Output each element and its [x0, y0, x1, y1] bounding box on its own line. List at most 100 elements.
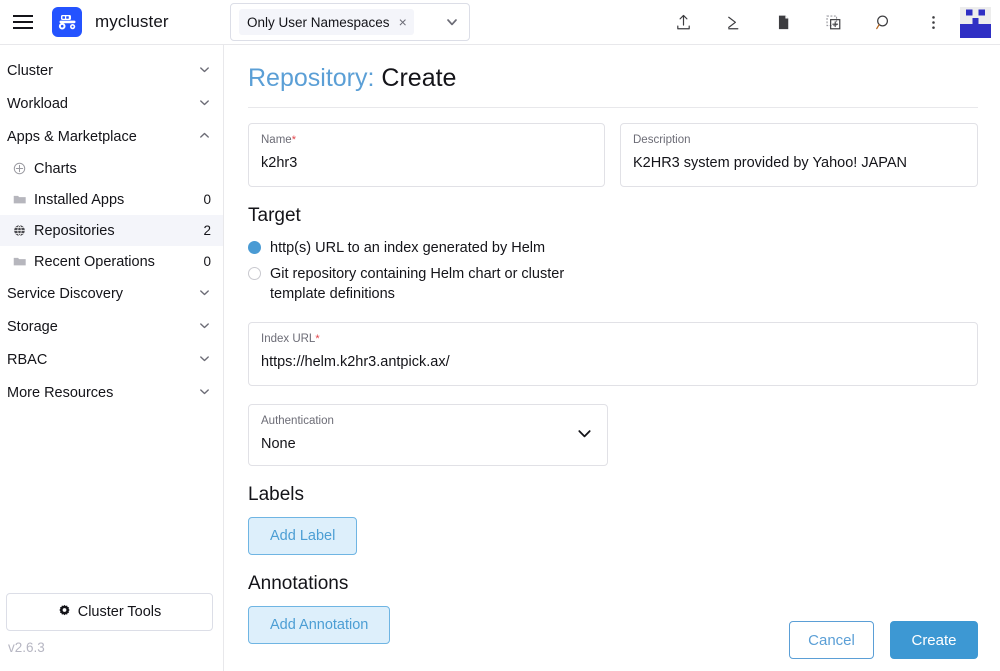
hamburger-menu-icon[interactable]: [0, 0, 46, 45]
hamburger-bar: [13, 15, 33, 17]
index-url-field-label: Index URL*: [261, 333, 965, 347]
sidebar-top-spacer: [0, 45, 223, 54]
chevron-down-icon: [198, 385, 211, 401]
copy-kubeconfig-icon[interactable]: [808, 0, 858, 45]
add-label-button[interactable]: Add Label: [248, 516, 358, 555]
sidebar-item-recent-operations[interactable]: Recent Operations 0: [0, 246, 223, 277]
name-label-text: Name: [261, 133, 292, 146]
sidebar-group-label: Service Discovery: [7, 285, 124, 302]
description-input[interactable]: K2HR3 system provided by Yahoo! JAPAN: [633, 155, 965, 172]
globe-icon: [13, 224, 31, 237]
radio-unselected-icon[interactable]: [248, 266, 261, 280]
sidebar-item-count: 0: [203, 254, 211, 269]
description-field-label: Description: [633, 134, 965, 148]
sidebar-group-service-discovery[interactable]: Service Discovery: [0, 277, 223, 310]
authentication-selected-value: None: [261, 435, 296, 452]
title-divider: [248, 106, 978, 108]
version-label: v2.6.3: [8, 640, 45, 655]
sidebar-group-apps-marketplace[interactable]: Apps & Marketplace: [0, 120, 223, 153]
sidebar-item-label: Charts: [34, 160, 77, 177]
namespace-filter-dropdown[interactable]: Only User Namespaces ×: [230, 3, 470, 41]
page-title-current: Create: [381, 64, 457, 92]
sidebar-group-label: More Resources: [7, 384, 114, 401]
sidebar-group-workload[interactable]: Workload: [0, 87, 223, 120]
cluster-tools-label: Cluster Tools: [77, 604, 162, 620]
chevron-down-icon: [198, 63, 211, 79]
hamburger-bar: [13, 21, 33, 23]
index-url-input[interactable]: https://helm.k2hr3.antpick.ax/: [261, 354, 965, 371]
name-description-row: Name* k2hr3 Description K2HR3 system pro…: [248, 122, 978, 187]
import-yaml-icon[interactable]: [658, 0, 708, 45]
index-url-label-text: Index URL: [261, 332, 316, 345]
form-footer-actions: Cancel Create: [789, 621, 978, 659]
index-url-field[interactable]: Index URL* https://helm.k2hr3.antpick.ax…: [248, 321, 978, 386]
user-avatar[interactable]: [960, 7, 991, 38]
target-option-git[interactable]: Git repository containing Helm chart or …: [248, 264, 1000, 304]
chevron-down-icon[interactable]: [576, 425, 593, 447]
cluster-name-label: mycluster: [95, 12, 169, 31]
sidebar-group-label: RBAC: [7, 351, 48, 368]
target-option-http-label: http(s) URL to an index generated by Hel…: [270, 239, 546, 256]
page-title-breadcrumb-link[interactable]: Repository:: [248, 64, 374, 92]
radio-selected-icon[interactable]: [248, 240, 261, 254]
sidebar-group-label: Apps & Marketplace: [7, 128, 137, 145]
chevron-down-icon: [198, 96, 211, 112]
sidebar-item-label: Repositories: [34, 222, 115, 239]
target-radio-group: http(s) URL to an index generated by Hel…: [248, 238, 1000, 304]
cluster-tools-button[interactable]: Cluster Tools: [6, 593, 213, 631]
labels-heading: Labels: [248, 483, 304, 505]
page-title: Repository: Create: [248, 64, 1000, 93]
sidebar-item-label: Recent Operations: [34, 253, 155, 270]
overflow-menu-icon[interactable]: [908, 0, 958, 45]
rancher-logo-icon[interactable]: [52, 7, 82, 37]
namespace-filter-chip-remove-icon[interactable]: ×: [399, 15, 407, 29]
sidebar-group-more-resources[interactable]: More Resources: [0, 376, 223, 409]
sidebar-item-count: 0: [203, 192, 211, 207]
create-button[interactable]: Create: [890, 621, 978, 659]
name-input[interactable]: k2hr3: [261, 155, 592, 172]
search-icon[interactable]: [858, 0, 908, 45]
sidebar-group-cluster[interactable]: Cluster: [0, 54, 223, 87]
add-annotation-button[interactable]: Add Annotation: [248, 605, 391, 644]
sidebar-group-label: Storage: [7, 318, 58, 335]
chevron-down-icon: [198, 352, 211, 368]
name-field[interactable]: Name* k2hr3: [248, 122, 605, 187]
sidebar-item-label: Installed Apps: [34, 191, 125, 208]
sidebar: Cluster Workload Apps & Marketplace Char…: [0, 45, 224, 671]
chevron-up-icon: [198, 129, 211, 145]
required-asterisk: *: [291, 133, 296, 146]
kubectl-shell-icon[interactable]: [708, 0, 758, 45]
sidebar-group-label: Workload: [7, 95, 68, 112]
authentication-select[interactable]: Authentication None: [248, 403, 608, 466]
gear-icon: [58, 604, 71, 621]
target-option-http[interactable]: http(s) URL to an index generated by Hel…: [248, 238, 1000, 258]
sidebar-item-installed-apps[interactable]: Installed Apps 0: [0, 184, 223, 215]
top-bar-actions: [658, 0, 1000, 45]
sidebar-item-repositories[interactable]: Repositories 2: [0, 215, 223, 246]
description-label-text: Description: [633, 133, 691, 146]
authentication-label: Authentication: [261, 415, 595, 429]
sidebar-item-count: 2: [203, 223, 211, 238]
description-field[interactable]: Description K2HR3 system provided by Yah…: [620, 122, 978, 187]
compass-icon: [13, 162, 31, 175]
target-option-git-label: Git repository containing Helm chart or …: [270, 265, 565, 302]
chevron-down-icon[interactable]: [445, 15, 459, 34]
chevron-down-icon: [198, 286, 211, 302]
kubeconfig-file-icon[interactable]: [758, 0, 808, 45]
name-field-label: Name*: [261, 134, 592, 148]
main-content: Repository: Create Name* k2hr3 Descripti…: [224, 45, 1000, 671]
folder-icon: [13, 193, 31, 206]
authentication-label-text: Authentication: [261, 414, 334, 427]
sidebar-group-rbac[interactable]: RBAC: [0, 343, 223, 376]
hamburger-bar: [13, 27, 33, 29]
namespace-filter-chip-label: Only User Namespaces: [247, 14, 390, 30]
top-bar: mycluster Only User Namespaces ×: [0, 0, 1000, 45]
sidebar-group-storage[interactable]: Storage: [0, 310, 223, 343]
folder-icon: [13, 255, 31, 268]
required-asterisk: *: [315, 332, 320, 345]
cancel-button[interactable]: Cancel: [789, 621, 874, 659]
sidebar-group-label: Cluster: [7, 62, 53, 79]
target-heading: Target: [248, 204, 301, 226]
sidebar-item-charts[interactable]: Charts: [0, 153, 223, 184]
namespace-filter-chip[interactable]: Only User Namespaces ×: [239, 9, 414, 35]
